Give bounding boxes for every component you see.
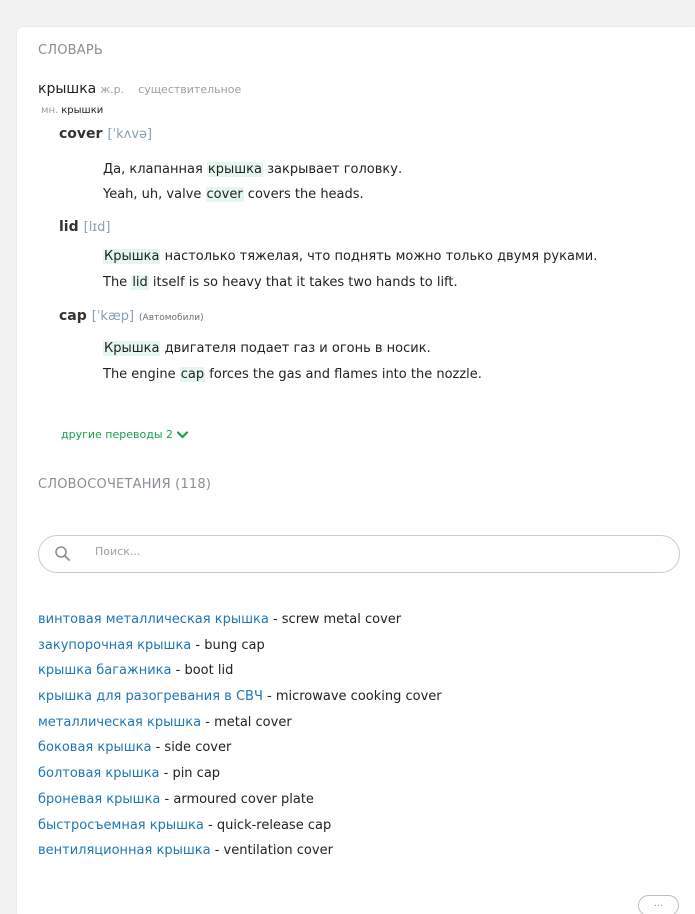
phrase-separator: - [191, 637, 205, 653]
translation-transcription: [ˈkʌvə] [107, 127, 153, 142]
search-icon [54, 545, 72, 567]
example-text: настолько тяжелая, что поднять можно тол… [160, 249, 598, 264]
phrase-link[interactable]: крышка багажника [38, 663, 171, 678]
phrase-translation: microwave cooking cover [275, 689, 442, 705]
example-highlight: lid [131, 275, 149, 290]
phrase-link[interactable]: боковая крышка [38, 740, 151, 755]
chevron-down-icon [176, 429, 189, 442]
translation-domain-note: (Автомобили) [139, 313, 204, 323]
phrase-separator: - [160, 791, 174, 807]
phrase-link[interactable]: болтовая крышка [38, 766, 159, 781]
plural-label: мн. [41, 105, 59, 116]
example-text: Yeah, uh, valve [103, 187, 206, 202]
headword-line: крышка ж.р. существительное [38, 81, 241, 97]
translation-word: lid [59, 219, 79, 235]
phrase-item: болтовая крышка - pin cap [38, 764, 442, 790]
example-highlight: Крышка [103, 249, 161, 264]
example-text: The [103, 275, 132, 290]
phrase-translation: metal cover [214, 714, 292, 730]
example-text: двигателя подает газ и огонь в носик. [160, 341, 431, 356]
translation-word: cap [59, 308, 87, 324]
phrase-separator: - [203, 817, 217, 833]
phrase-translation: side cover [164, 740, 232, 756]
phrase-item: быстросъемная крышка - quick-release cap [38, 816, 442, 842]
phrase-link[interactable]: броневая крышка [38, 792, 160, 807]
phrase-translation: quick-release cap [216, 817, 332, 833]
phrase-search-box[interactable] [38, 535, 680, 573]
phrase-separator: - [151, 740, 165, 756]
example-ru: Да, клапанная крышка закрывает головку. [103, 162, 402, 177]
example-en: The lid itself is so heavy that it takes… [103, 275, 458, 290]
phrase-item: крышка багажника - boot lid [38, 661, 442, 687]
translation-word: cover [59, 126, 103, 142]
phrase-link[interactable]: металлическая крышка [38, 715, 201, 730]
translation-transcription: [lɪd] [83, 220, 111, 235]
phrase-item: закупорочная крышка - bung cap [38, 636, 442, 662]
example-highlight: cap [179, 367, 206, 382]
example-highlight: cover [205, 187, 244, 202]
phrase-separator: - [201, 714, 215, 730]
phrase-link[interactable]: винтовая металлическая крышка [38, 612, 269, 627]
translation-transcription: [ˈkæp] [91, 309, 135, 324]
phrase-translation: ventilation cover [223, 843, 333, 859]
translation-header-lid: lid [lɪd] [59, 219, 110, 235]
phrase-item: винтовая металлическая крышка - screw me… [38, 610, 442, 636]
gender-label: ж.р. [100, 83, 125, 96]
plural-line: мн. крышки [41, 105, 103, 116]
phrase-item: боковая крышка - side cover [38, 738, 442, 764]
phrase-translation: bung cap [204, 637, 265, 653]
phrase-separator: - [210, 843, 224, 859]
phrase-translation: armoured cover plate [173, 791, 314, 807]
phrase-item: крышка для разогревания в СВЧ - microwav… [38, 687, 442, 713]
phrase-search-input[interactable] [95, 545, 655, 558]
translation-header-cap: cap [ˈkæp] (Автомобили) [59, 308, 204, 324]
example-highlight: Крышка [103, 341, 161, 356]
example-text: itself is so heavy that it takes two han… [148, 275, 458, 290]
example-text: закрывает головку. [263, 162, 403, 177]
phrase-translation: screw metal cover [281, 612, 402, 627]
phrase-item: вентиляционная крышка - ventilation cove… [38, 841, 442, 867]
translation-header-cover: cover [ˈkʌvə] [59, 126, 152, 142]
phrase-separator: - [159, 766, 173, 782]
more-translations-label: другие переводы 2 [61, 428, 173, 441]
example-text: covers the heads. [243, 187, 364, 202]
phrase-link[interactable]: крышка для разогревания в СВЧ [38, 689, 263, 704]
dictionary-section-title: СЛОВАРЬ [38, 43, 104, 58]
phrase-translation: pin cap [172, 766, 221, 782]
example-text: Да, клапанная [103, 162, 207, 177]
example-ru: Крышка настолько тяжелая, что поднять мо… [103, 249, 597, 264]
phrase-item: металлическая крышка - metal cover [38, 713, 442, 739]
phrase-link[interactable]: вентиляционная крышка [38, 843, 211, 858]
headword: крышка [38, 81, 97, 97]
phrase-separator: - [171, 663, 185, 679]
more-translations-link[interactable]: другие переводы 2 [61, 428, 189, 442]
example-text: The engine [103, 367, 180, 382]
phrase-separator: - [262, 689, 276, 705]
example-highlight: крышка [206, 162, 263, 177]
plural-form: крышки [61, 105, 104, 116]
example-en: Yeah, uh, valve cover covers the heads. [103, 187, 364, 202]
phrase-separator: - [268, 612, 282, 627]
example-en: The engine cap forces the gas and flames… [103, 367, 482, 382]
phrase-translation: boot lid [184, 663, 234, 679]
example-text: forces the gas and flames into the nozzl… [205, 367, 482, 382]
phrase-item: броневая крышка - armoured cover plate [38, 790, 442, 816]
part-of-speech-label: существительное [138, 83, 242, 96]
more-phrases-button[interactable]: ... [638, 895, 679, 914]
phrase-list: винтовая металлическая крышка - screw me… [38, 610, 442, 867]
phrase-link[interactable]: закупорочная крышка [38, 638, 191, 653]
phrases-section-title: СЛОВОСОЧЕТАНИЯ (118) [38, 477, 212, 492]
example-ru: Крышка двигателя подает газ и огонь в но… [103, 341, 431, 356]
dictionary-card: СЛОВАРЬ крышка ж.р. существительное мн. кры… [17, 27, 695, 914]
phrase-link[interactable]: быстросъемная крышка [38, 818, 204, 833]
